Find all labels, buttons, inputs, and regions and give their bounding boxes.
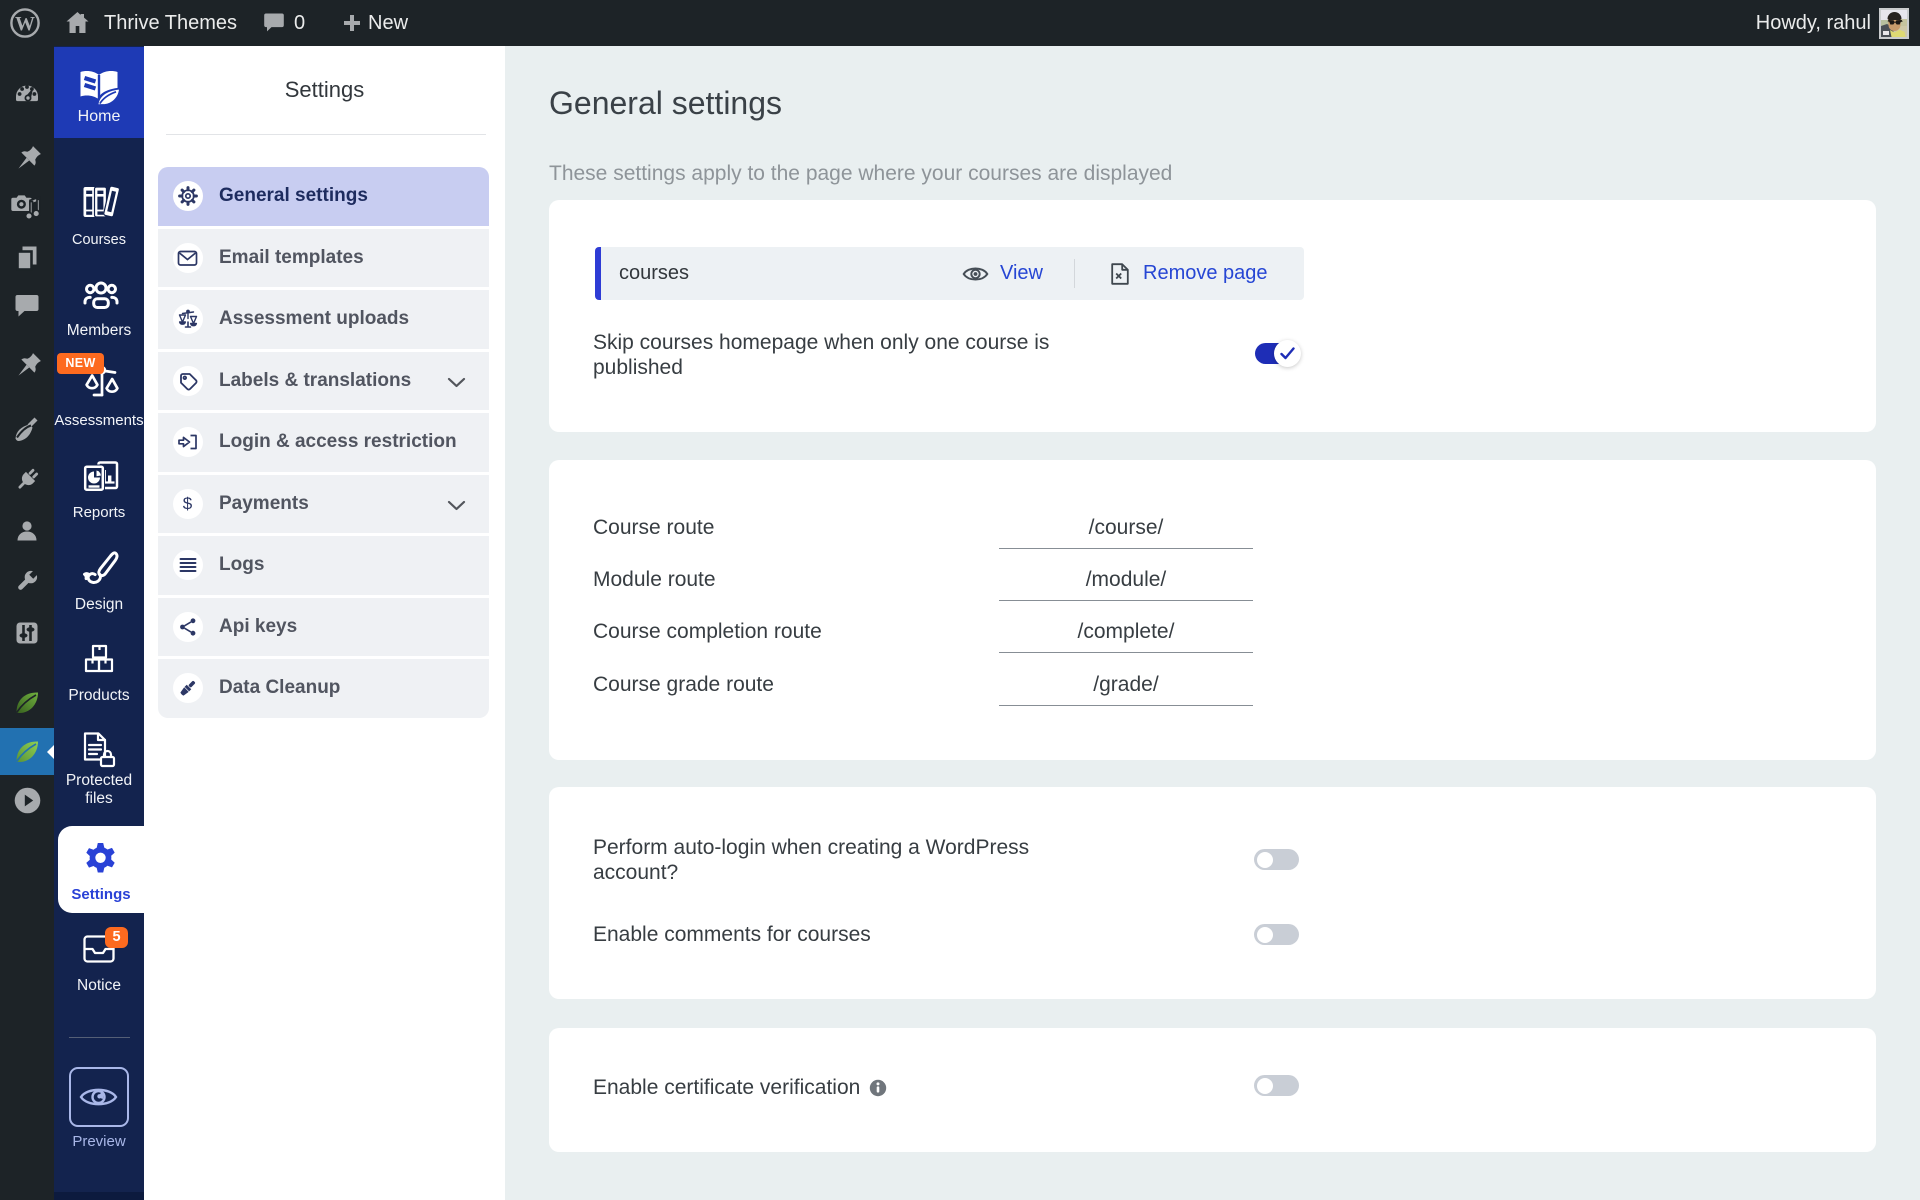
svg-text:W: W xyxy=(15,13,35,35)
